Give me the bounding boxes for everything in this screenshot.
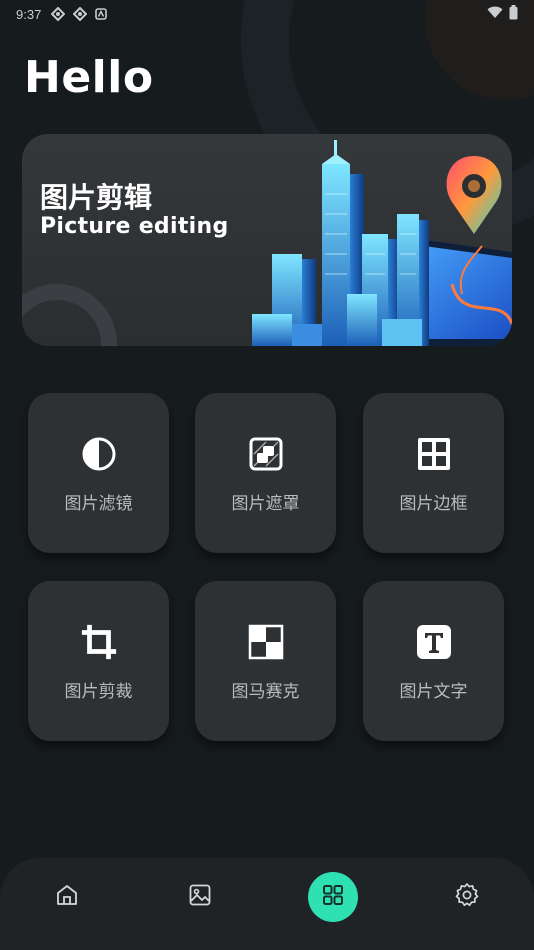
tool-crop[interactable]: 图片剪裁 [28,581,169,741]
status-bar: 9:37 [0,0,534,28]
home-icon [55,883,79,911]
app-notification-icon [95,8,108,20]
battery-icon [509,5,518,23]
tool-label: 图片滤镜 [64,494,133,514]
tool-label: 图片遮罩 [231,494,300,514]
vpn-icon [73,7,88,21]
nav-home[interactable] [42,872,92,922]
tool-label: 图马赛克 [231,682,300,702]
nav-settings[interactable] [442,872,492,922]
tool-mosaic[interactable]: 图马赛克 [195,581,336,741]
wifi-icon [487,6,503,22]
filter-icon [80,435,118,473]
image-icon [188,883,212,911]
mosaic-icon [247,623,285,661]
frame-icon [415,435,453,473]
mask-icon [247,435,285,473]
apps-grid-icon [321,883,345,911]
picture-editing-banner[interactable]: 图片剪辑 Picture editing [22,134,512,346]
city-map-pin-illustration [252,140,512,346]
tool-label: 图片剪裁 [64,682,133,702]
bottom-navigation [0,858,534,950]
tool-text[interactable]: 图片文字 [363,581,504,741]
tool-label: 图片文字 [399,682,468,702]
vpn-icon [51,7,66,21]
tool-mask[interactable]: 图片遮罩 [195,393,336,553]
text-icon [415,623,453,661]
nav-gallery[interactable] [175,872,225,922]
banner-ring-decoration [22,284,117,346]
status-time: 9:37 [16,6,42,22]
settings-icon [454,882,480,912]
crop-icon [80,623,118,661]
banner-subtitle: Picture editing [40,214,229,239]
tool-label: 图片边框 [399,494,468,514]
tool-frame[interactable]: 图片边框 [363,393,504,553]
greeting-title: Hello [24,52,154,103]
tool-filter[interactable]: 图片滤镜 [28,393,169,553]
nav-tools[interactable] [308,872,358,922]
banner-title: 图片剪辑 [40,181,153,214]
